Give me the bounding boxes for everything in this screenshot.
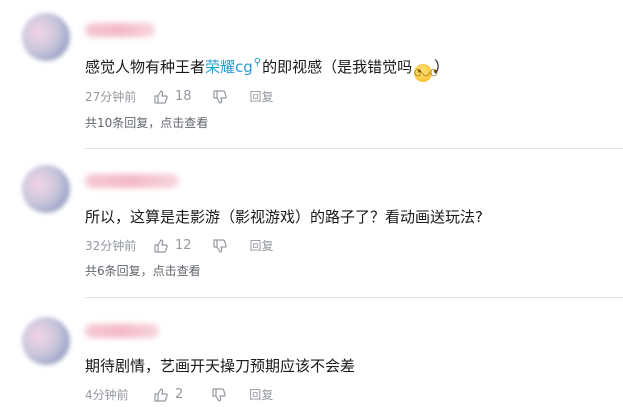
comment-item: 感觉人物有种王者荣耀cg⚲的即视感（是我错觉吗 ◔◡◔） 27分钟前 18 回复 … (0, 0, 623, 150)
comment-meta: 4分钟前 2 回复 (85, 386, 273, 403)
timestamp: 4分钟前 (85, 388, 129, 402)
like-count: 18 (175, 89, 192, 104)
thumbs-down-icon[interactable] (212, 238, 228, 254)
comment-content: 感觉人物有种王者荣耀cg⚲的即视感（是我错觉吗 ◔◡◔） (85, 57, 449, 82)
topic-link[interactable]: 荣耀cg⚲ (205, 57, 262, 76)
embarrassed-face-icon: ◔◡◔ (414, 64, 438, 82)
avatar[interactable] (22, 165, 70, 213)
thumbs-up-icon[interactable] (153, 238, 169, 254)
comment-item: 期待剧情，艺画开天操刀预期应该不会差 4分钟前 2 回复 (0, 300, 623, 407)
comment-meta: 27分钟前 18 回复 (85, 88, 274, 105)
divider (85, 148, 623, 149)
reply-button[interactable]: 回复 (250, 237, 274, 254)
thumbs-down-icon[interactable] (211, 387, 227, 403)
reply-button[interactable]: 回复 (249, 386, 273, 403)
username-blurred[interactable] (85, 174, 179, 188)
thumbs-down-icon[interactable] (212, 89, 228, 105)
comment-meta: 32分钟前 12 回复 (85, 237, 274, 254)
search-link-icon: ⚲ (253, 57, 262, 68)
comment-content: 所以，这算是走影游（影视游戏）的路子了？看动画送玩法? (85, 208, 483, 226)
view-replies-link[interactable]: 共6条回复，点击查看 (85, 262, 201, 279)
timestamp: 27分钟前 (85, 90, 137, 104)
reply-button[interactable]: 回复 (250, 88, 274, 105)
like-count: 2 (175, 387, 184, 402)
avatar[interactable] (22, 13, 70, 61)
thumbs-up-icon[interactable] (153, 387, 169, 403)
avatar[interactable] (22, 317, 70, 365)
timestamp: 32分钟前 (85, 239, 137, 253)
view-replies-link[interactable]: 共10条回复，点击查看 (85, 114, 208, 131)
comment-item: 所以，这算是走影游（影视游戏）的路子了？看动画送玩法? 32分钟前 12 回复 … (0, 150, 623, 300)
divider (85, 297, 623, 298)
username-blurred[interactable] (85, 324, 159, 338)
thumbs-up-icon[interactable] (153, 89, 169, 105)
comment-content: 期待剧情，艺画开天操刀预期应该不会差 (85, 357, 356, 375)
username-blurred[interactable] (85, 23, 155, 37)
like-count: 12 (175, 238, 192, 253)
